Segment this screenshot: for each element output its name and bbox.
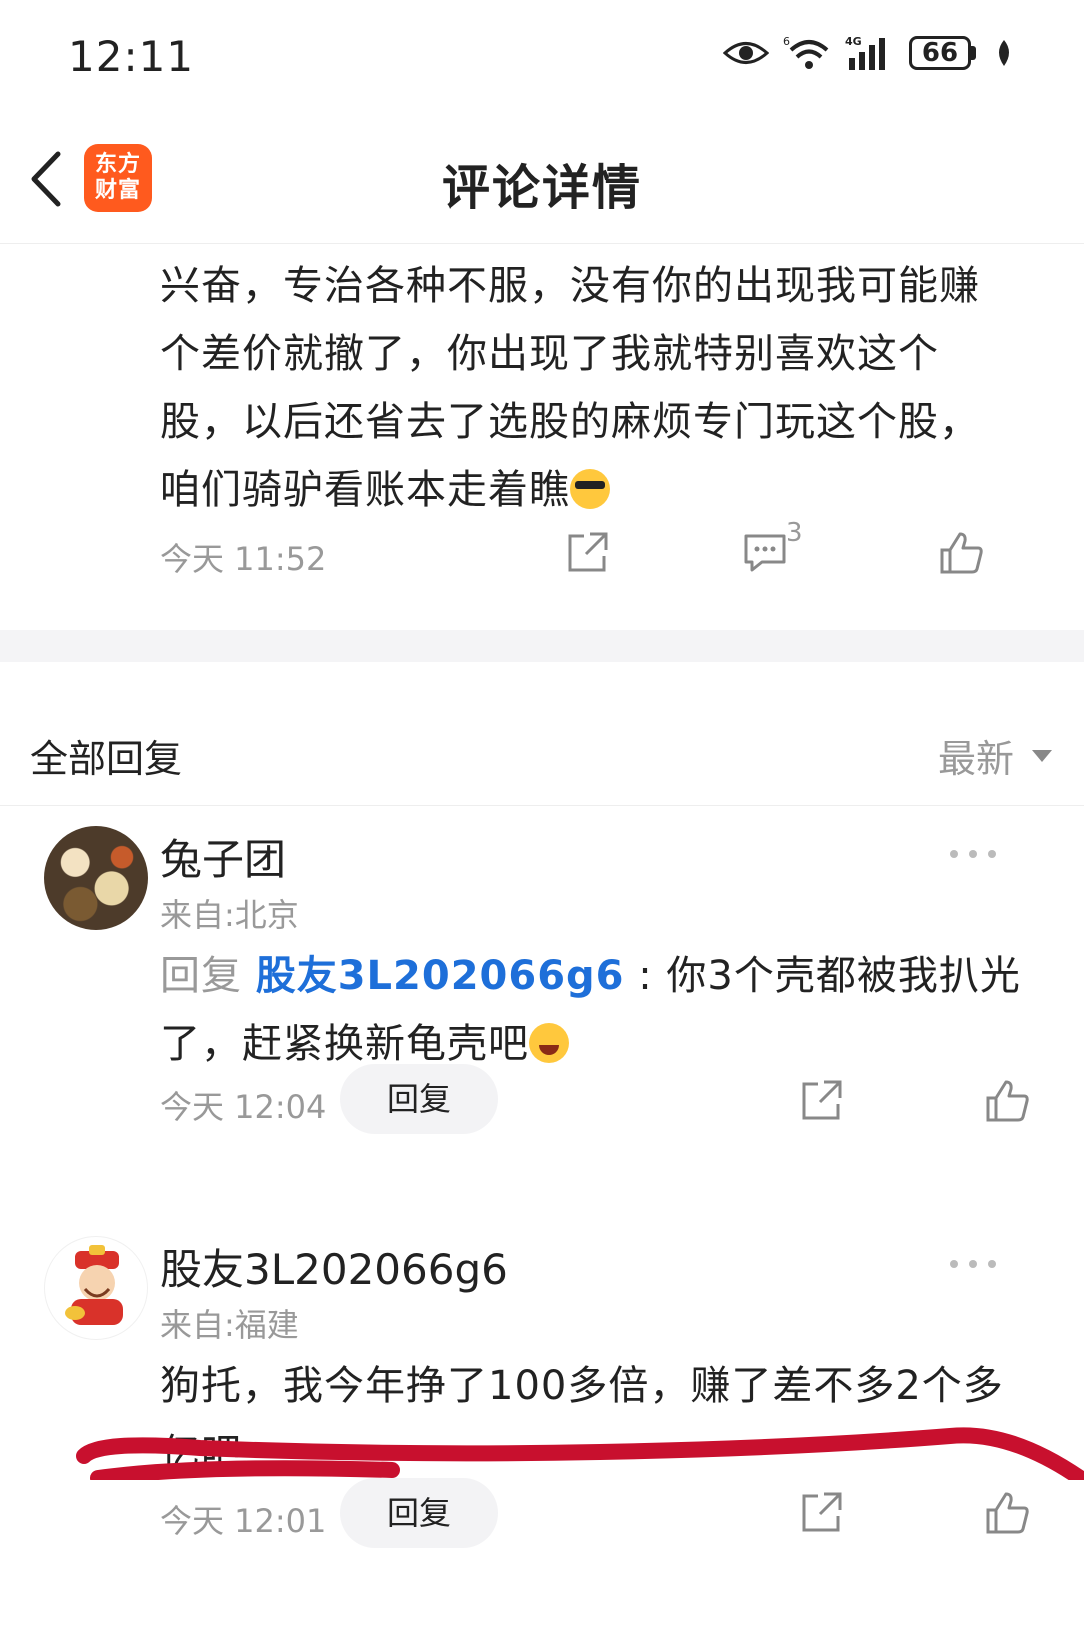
share-icon[interactable] [798, 1490, 844, 1536]
like-icon[interactable] [984, 1490, 1030, 1536]
battery-icon: 66 [909, 36, 976, 70]
more-icon[interactable] [950, 1260, 996, 1272]
comment-icon[interactable] [742, 530, 788, 576]
like-icon[interactable] [938, 530, 984, 576]
laughing-emoji-icon [529, 1023, 569, 1063]
avatar[interactable] [44, 826, 148, 930]
replies-header: 全部回复 最新 [0, 662, 1084, 806]
sunglasses-emoji-icon [570, 469, 610, 509]
status-icons: 6 4G 66 [723, 34, 1014, 72]
share-icon[interactable] [798, 1078, 844, 1124]
comment-count: 3 [786, 518, 803, 548]
battery-level: 66 [909, 36, 971, 70]
sort-label: 最新 [937, 737, 1014, 781]
reply-actions: 今天 12:04 [160, 1072, 1040, 1132]
reply-button[interactable]: 回复 [340, 1064, 498, 1134]
main-comment-time: 今天 11:52 [160, 540, 327, 578]
replies-title: 全部回复 [30, 737, 183, 781]
reply-body: 狗托，我今年挣了100多倍，赚了差不多2个多亿吧 [160, 1363, 1004, 1477]
main-comment-actions: 今天 11:52 3 [160, 518, 1040, 584]
header: 东方 财富 评论详情 [0, 118, 1084, 244]
reply-time: 今天 12:01 [160, 1502, 327, 1540]
reply-prefix: 回复 [160, 953, 256, 999]
main-comment-text: 兴奋，专治各种不服，没有你的出现我可能赚个差价就撤了，你出现了我就特别喜欢这个股… [160, 263, 980, 513]
page-title: 评论详情 [441, 160, 642, 216]
reply-actions: 今天 12:01 [160, 1486, 1040, 1546]
signal-icon: 4G [845, 35, 885, 70]
svg-text:4G: 4G [845, 35, 862, 48]
reply-username[interactable]: 兔子团 [160, 826, 286, 887]
reply-body: 回复 股友3L202066g6 : 你3个壳都被我扒光了，赶紧换新龟壳吧 [160, 942, 1040, 1078]
section-divider [0, 630, 1084, 662]
sort-button[interactable]: 最新 [938, 728, 1052, 783]
leaf-icon [999, 40, 1009, 66]
main-comment: 兴奋，专治各种不服，没有你的出现我可能赚个差价就撤了，你出现了我就特别喜欢这个股… [160, 252, 1020, 524]
svg-text:6: 6 [783, 35, 790, 48]
reply-button[interactable]: 回复 [340, 1478, 498, 1548]
wifi-icon: 6 [783, 35, 829, 69]
sort-caret-icon [1032, 749, 1052, 762]
eye-icon [723, 42, 769, 64]
avatar[interactable] [44, 1236, 148, 1340]
share-icon[interactable] [564, 530, 610, 576]
like-icon[interactable] [984, 1078, 1030, 1124]
reply-location: 来自:福建 [160, 1306, 299, 1344]
reply-username[interactable]: 股友3L202066g6 [160, 1236, 508, 1297]
more-icon[interactable] [950, 850, 996, 862]
status-bar: 12:11 6 4G 66 [0, 0, 1084, 110]
main-comment-body: 兴奋，专治各种不服，没有你的出现我可能赚个差价就撤了，你出现了我就特别喜欢这个股… [160, 252, 1020, 524]
reply-target-link[interactable]: 股友3L202066g6 [256, 953, 625, 999]
reply-location: 来自:北京 [160, 896, 299, 934]
status-time: 12:11 [68, 32, 195, 81]
reply-time: 今天 12:04 [160, 1088, 327, 1126]
